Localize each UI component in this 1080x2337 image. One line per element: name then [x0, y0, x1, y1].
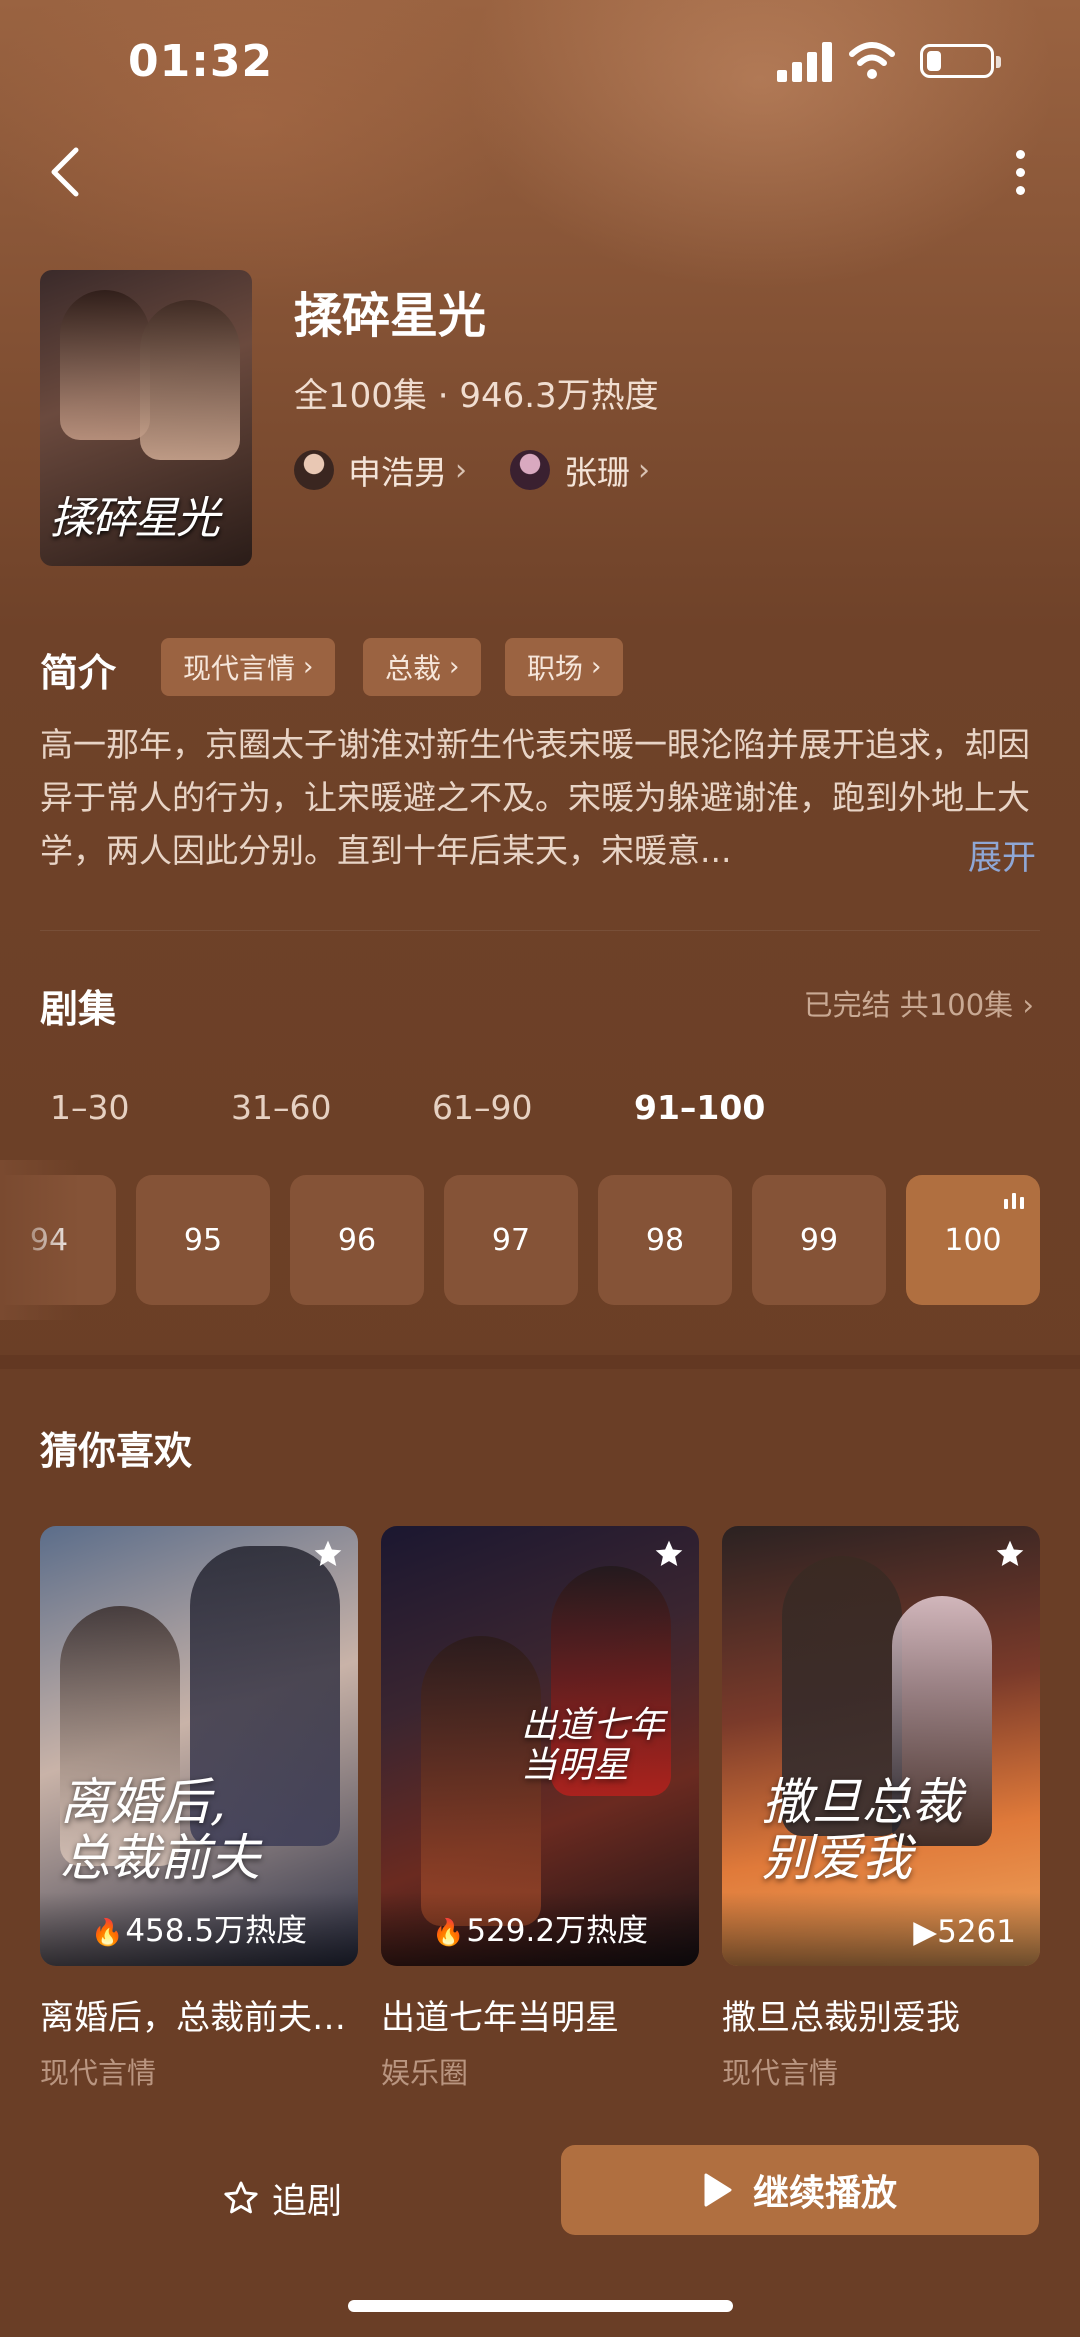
- actor-link[interactable]: 申浩男 ›: [294, 446, 467, 494]
- avatar: [510, 450, 550, 490]
- star-icon[interactable]: [994, 1538, 1026, 1570]
- more-options-icon[interactable]: [1000, 144, 1040, 200]
- star-outline-icon: [224, 2181, 258, 2214]
- heat-label: 🔥458.5万热度: [40, 1905, 358, 1950]
- recommend-card[interactable]: 离婚后, 总裁前夫 🔥458.5万热度: [40, 1526, 358, 1966]
- show-title: 揉碎星光: [294, 288, 487, 344]
- episode-button[interactable]: 98: [598, 1175, 732, 1305]
- chevron-right-icon: ›: [1022, 988, 1034, 1022]
- signal-icon: [777, 40, 833, 82]
- actor-link[interactable]: 张珊 ›: [510, 446, 650, 494]
- play-small-icon: ▶: [913, 1914, 938, 1950]
- genre-tag[interactable]: 总裁 ›: [363, 638, 482, 696]
- expand-link[interactable]: 展开: [968, 830, 1036, 879]
- follow-button[interactable]: 追剧: [222, 2168, 342, 2228]
- card-title[interactable]: 出道七年当明星: [381, 1990, 701, 2039]
- heat-label: 🔥529.2万热度: [381, 1905, 699, 1950]
- card-title[interactable]: 撒旦总裁别爱我: [722, 1990, 1042, 2039]
- show-meta: 全100集 · 946.3万热度: [294, 376, 659, 416]
- chevron-right-icon: ›: [591, 652, 602, 682]
- section-separator: [0, 1355, 1080, 1369]
- recommend-card[interactable]: 撒旦总裁 别爱我 ▶5261: [722, 1526, 1040, 1966]
- back-button[interactable]: [40, 140, 90, 204]
- flame-icon: 🔥: [90, 1918, 124, 1948]
- episode-button[interactable]: 99: [752, 1175, 886, 1305]
- range-tab[interactable]: 61–90: [432, 1088, 532, 1127]
- genre-tag[interactable]: 职场 ›: [505, 638, 624, 696]
- range-tab-active[interactable]: 91–100: [634, 1088, 765, 1127]
- card-art-title: 撒旦总裁 别爱我: [762, 1773, 962, 1887]
- episode-button-current[interactable]: 100: [906, 1175, 1040, 1305]
- play-label: 继续播放: [752, 2173, 897, 2214]
- genre-tag[interactable]: 现代言情 ›: [161, 638, 336, 696]
- heat-value: 458.5万热度: [125, 1913, 308, 1949]
- range-tab[interactable]: 1–30: [50, 1088, 130, 1127]
- scroll-fade: [0, 1160, 80, 1320]
- chevron-right-icon: ›: [449, 652, 460, 682]
- star-icon[interactable]: [653, 1538, 685, 1570]
- episode-button[interactable]: 97: [444, 1175, 578, 1305]
- intro-label: 简介: [40, 651, 117, 695]
- divider: [40, 930, 1040, 931]
- wifi-icon: [849, 42, 895, 79]
- poster-title: 揉碎星光: [50, 493, 220, 544]
- range-tab[interactable]: 31–60: [231, 1088, 331, 1127]
- card-genre: 现代言情: [40, 2056, 157, 2090]
- actor-name: 张珊: [564, 453, 630, 492]
- tag-label: 总裁: [385, 652, 442, 685]
- now-playing-icon: [1004, 1193, 1024, 1209]
- recommend-card[interactable]: 出道七年 当明星 🔥529.2万热度: [381, 1526, 699, 1966]
- chevron-right-icon: ›: [455, 452, 467, 488]
- card-art-title: 离婚后, 总裁前夫: [60, 1773, 260, 1887]
- show-poster: 揉碎星光: [40, 270, 252, 566]
- follow-label: 追剧: [272, 2181, 343, 2222]
- star-icon[interactable]: [312, 1538, 344, 1570]
- episode-button[interactable]: 95: [136, 1175, 270, 1305]
- episode-button[interactable]: 96: [290, 1175, 424, 1305]
- heat-value: 5261: [937, 1914, 1016, 1950]
- status-time: 01:32: [128, 36, 274, 87]
- card-genre: 现代言情: [722, 2056, 839, 2090]
- chevron-right-icon: ›: [638, 452, 650, 488]
- tag-label: 职场: [527, 652, 584, 685]
- synopsis-text: 高一那年，京圈太子谢淮对新生代表宋暖一眼沦陷并展开追求，却因异于常人的行为，让宋…: [40, 725, 1030, 870]
- play-icon: [704, 2173, 732, 2207]
- card-genre: 娱乐圈: [381, 2056, 469, 2090]
- episode-number: 100: [944, 1222, 1002, 1258]
- heat-value: 529.2万热度: [466, 1913, 649, 1949]
- battery-icon: [920, 44, 1001, 78]
- episodes-status[interactable]: 已完结 共100集 ›: [804, 982, 1034, 1024]
- continue-play-button[interactable]: 继续播放: [561, 2145, 1039, 2235]
- episodes-label: 剧集: [40, 987, 117, 1031]
- recommend-label: 猜你喜欢: [40, 1429, 193, 1473]
- episodes-status-text: 已完结 共100集: [803, 988, 1014, 1022]
- card-title[interactable]: 离婚后，总裁前夫…: [40, 1990, 360, 2039]
- avatar: [294, 450, 334, 490]
- flame-icon: 🔥: [431, 1918, 465, 1948]
- tag-label: 现代言情: [183, 652, 296, 685]
- actor-name: 申浩男: [348, 453, 447, 492]
- heat-label: ▶5261: [913, 1914, 1016, 1950]
- chevron-right-icon: ›: [303, 652, 314, 682]
- card-art-title: 出道七年 当明星: [521, 1705, 666, 1786]
- home-indicator[interactable]: [348, 2300, 733, 2312]
